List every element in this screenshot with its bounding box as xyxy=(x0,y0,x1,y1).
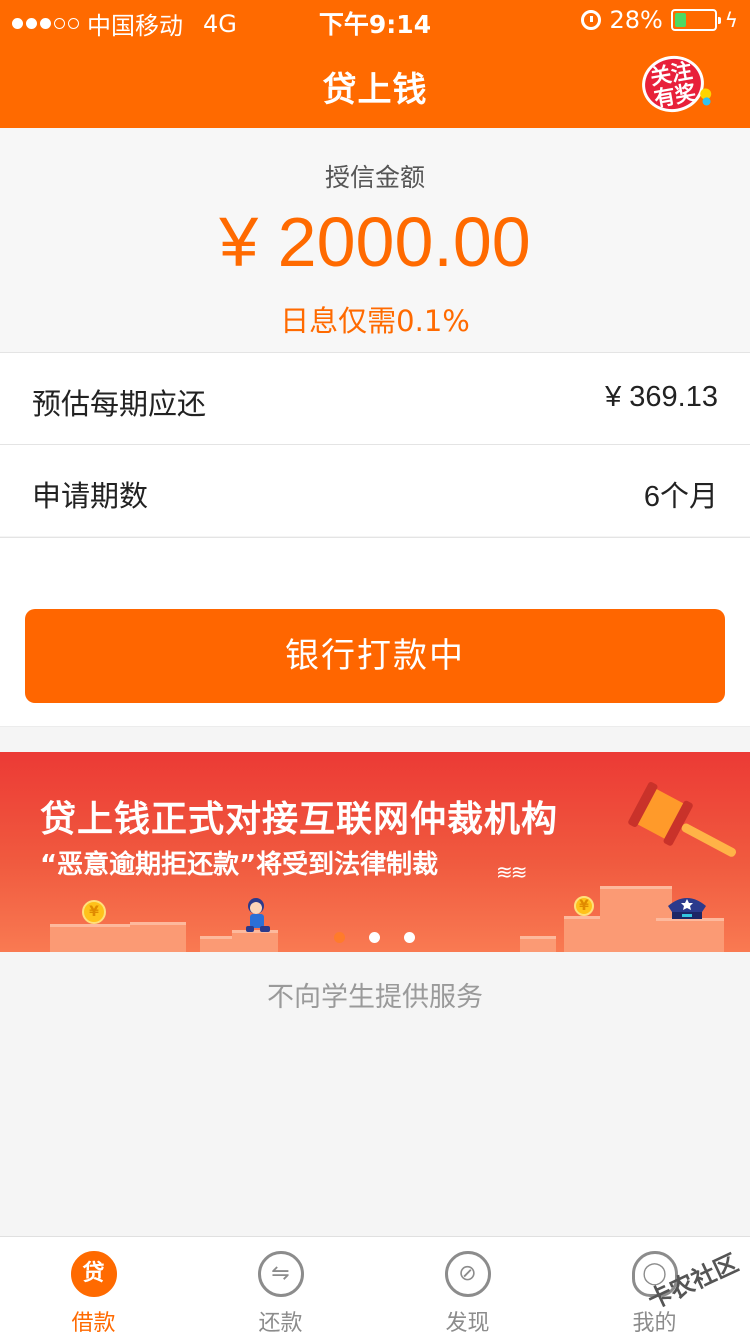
wave-decoration-icon: ≋≋ xyxy=(496,860,527,884)
page-title: 贷上钱 xyxy=(322,70,428,110)
status-right: 28% ϟ xyxy=(581,6,738,34)
gavel-icon xyxy=(628,782,737,857)
action-section: 银行打款中 xyxy=(0,537,750,727)
installment-row: 预估每期应还 ¥ 369.13 xyxy=(0,352,750,444)
term-row[interactable]: 申请期数 6个月 xyxy=(0,444,750,536)
transfer-status-button[interactable]: 银行打款中 xyxy=(25,609,725,703)
page-dot[interactable] xyxy=(404,932,415,943)
promo-badge-text: 关注有奖 xyxy=(648,58,698,112)
charging-icon: ϟ xyxy=(724,8,738,32)
term-value: 6个月 xyxy=(643,481,718,513)
banner-block xyxy=(50,924,136,952)
top-header: 中国移动 4G 下午9:14 28% ϟ 贷上钱 关注有奖 xyxy=(0,0,750,128)
tab-label: 发现 xyxy=(445,1311,490,1334)
alarm-icon xyxy=(581,10,602,30)
coin-icon: ¥ xyxy=(82,900,106,924)
banner-pagination xyxy=(334,932,415,943)
banner-subtitle: “恶意逾期拒还款”将受到法律制裁 xyxy=(40,850,439,880)
tab-label: 还款 xyxy=(258,1311,303,1334)
term-label: 申请期数 xyxy=(32,479,149,513)
credit-section: 授信金额 ¥ 2000.00 日息仅需0.1% xyxy=(0,128,750,352)
page-dot[interactable] xyxy=(334,932,345,943)
credit-label: 授信金额 xyxy=(324,163,425,192)
banner-title: 贷上钱正式对接互联网仲裁机构 xyxy=(40,799,559,840)
promo-banner[interactable]: 贷上钱正式对接互联网仲裁机构 “恶意逾期拒还款”将受到法律制裁 ≋≋ ¥ ¥ xyxy=(0,752,750,952)
status-bar: 中国移动 4G 下午9:14 28% ϟ xyxy=(0,0,750,40)
battery-icon xyxy=(670,9,721,31)
tab-discover[interactable]: ⊘ 发现 xyxy=(374,1237,561,1334)
page-dot[interactable] xyxy=(369,932,380,943)
bottom-tab-bar: 贷 借款 ⇋ 还款 ⊘ 发现 ◯ 我的 xyxy=(0,1236,750,1334)
banner-block xyxy=(564,916,604,952)
police-cap-icon xyxy=(668,898,706,919)
banner-block xyxy=(130,922,186,952)
student-notice: 不向学生提供服务 xyxy=(267,982,483,1013)
loan-icon: 贷 xyxy=(70,1251,117,1297)
installment-label: 预估每期应还 xyxy=(32,387,207,421)
coin-icon: ¥ xyxy=(574,896,594,916)
compass-icon: ⊘ xyxy=(444,1251,491,1297)
tab-label: 借款 xyxy=(71,1311,116,1334)
installment-value: ¥ 369.13 xyxy=(605,381,718,413)
runner-icon xyxy=(246,898,270,932)
battery-percent: 28% xyxy=(609,6,663,34)
credit-amount: ¥ 2000.00 xyxy=(219,203,531,281)
tab-repay[interactable]: ⇋ 还款 xyxy=(187,1237,374,1334)
app-screen: 中国移动 4G 下午9:14 28% ϟ 贷上钱 关注有奖 授信金额 ¥ 200… xyxy=(0,0,750,1334)
tab-loan[interactable]: 贷 借款 xyxy=(0,1237,187,1334)
repay-icon: ⇋ xyxy=(257,1251,304,1297)
banner-block xyxy=(520,936,556,952)
interest-rate: 日息仅需0.1% xyxy=(280,304,470,338)
